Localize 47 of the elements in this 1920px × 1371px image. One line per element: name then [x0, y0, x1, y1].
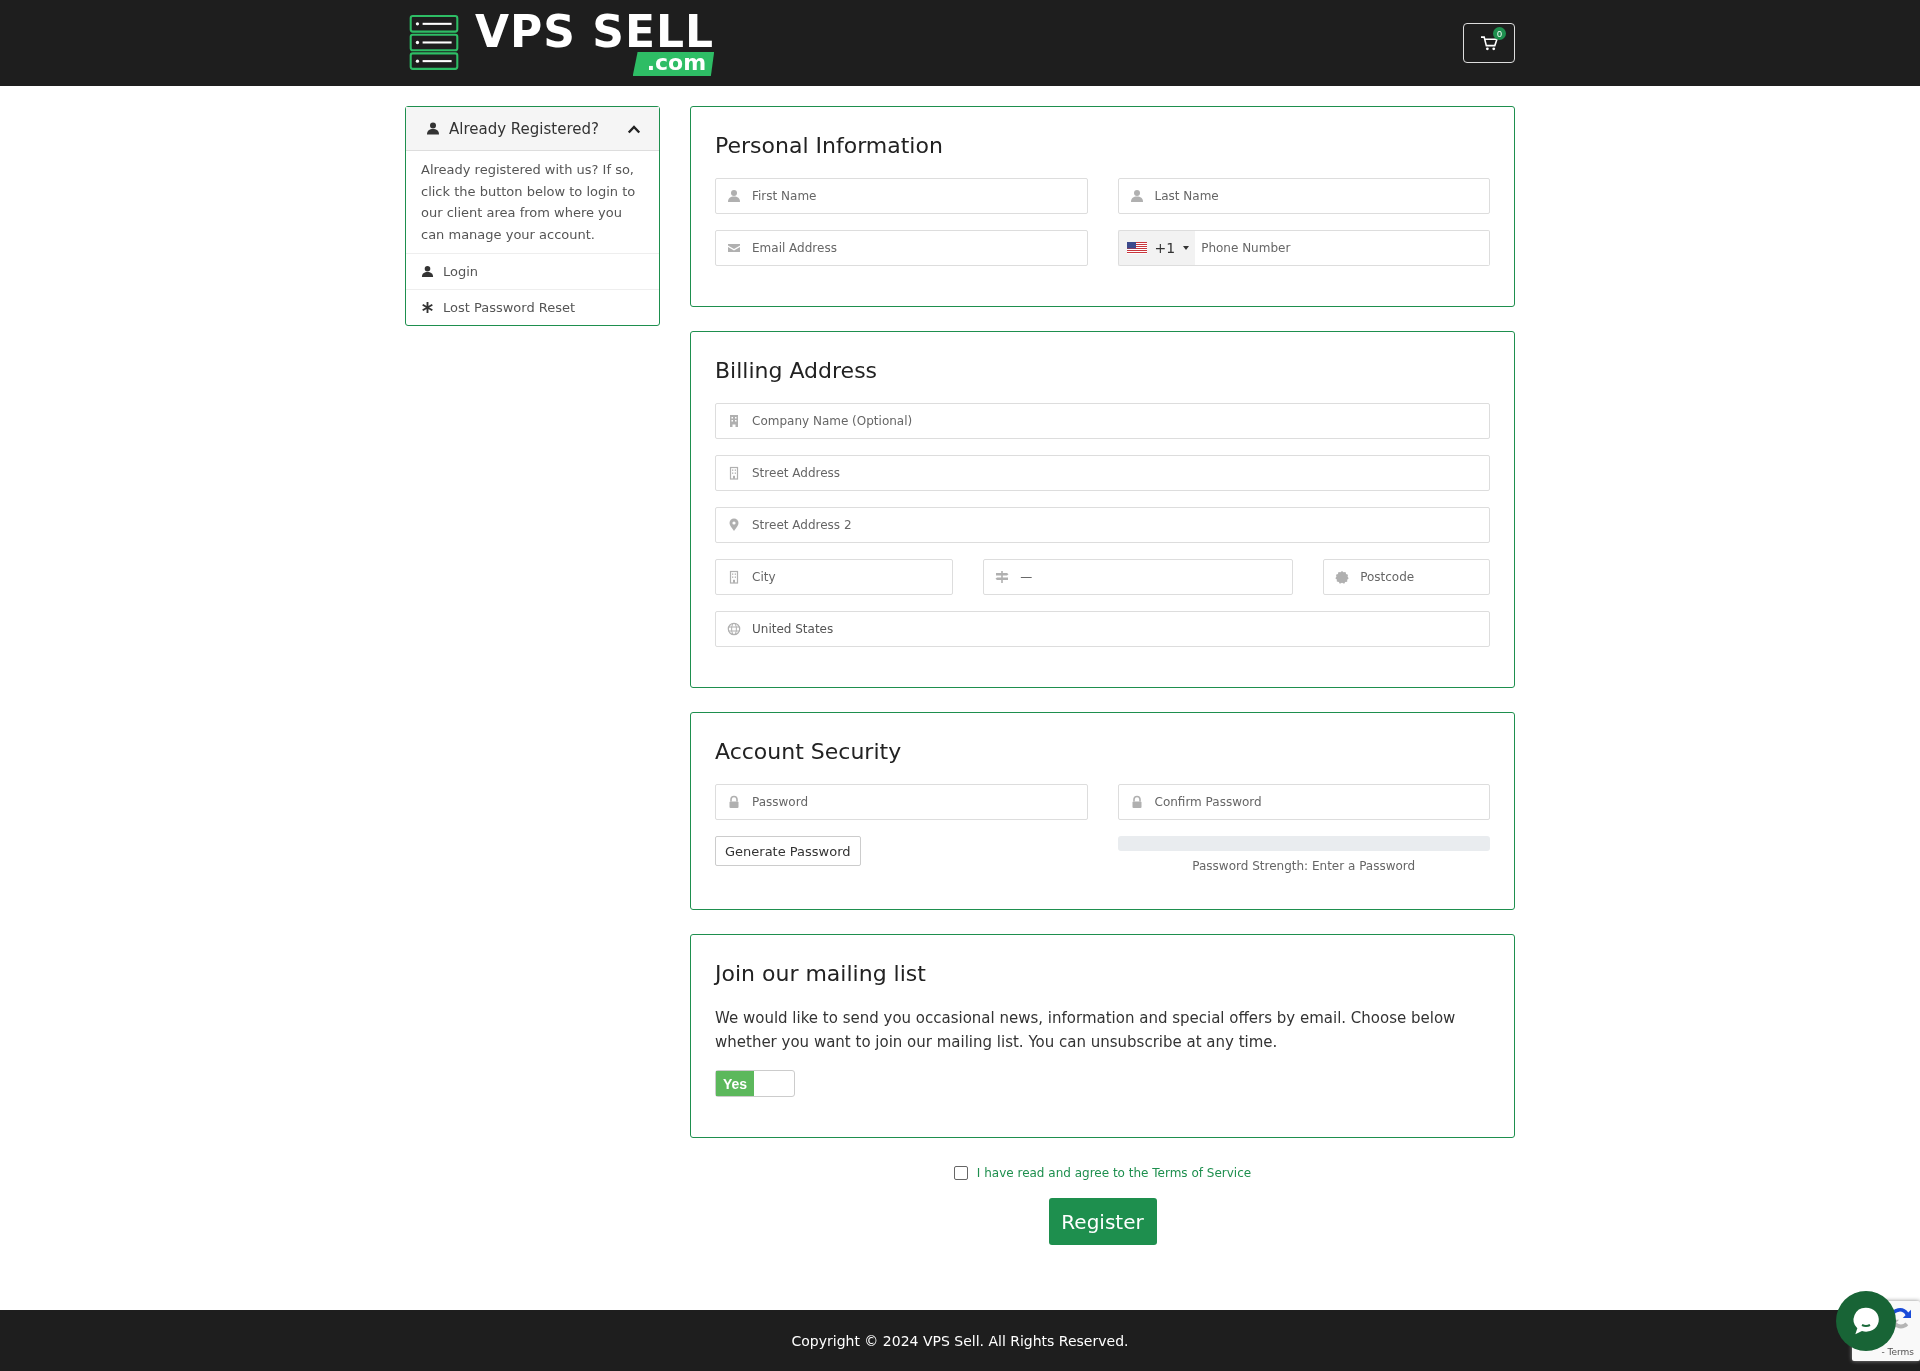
select-field[interactable]: United States — [715, 611, 1490, 647]
panel-link[interactable]: Lost Password Reset — [406, 290, 659, 325]
mailing-list-text: We would like to send you occasional news, information and special offers by email. Choose below whether you want to join our mailing list. You can unsubscribe at any time. — [715, 1008, 1457, 1053]
globe-icon — [727, 622, 741, 636]
building-icon — [727, 414, 741, 428]
terms-checkbox[interactable] — [953, 1166, 968, 1180]
section-title: Billing Address — [715, 358, 879, 383]
terms-label[interactable]: I have read and agree to the Terms of Service — [976, 1166, 1252, 1180]
badge-icon — [1335, 570, 1350, 584]
section-title: Account Security — [715, 739, 903, 764]
cart-count-badge: 0 — [1493, 27, 1506, 40]
user-icon — [421, 265, 434, 278]
chevron-up-icon[interactable] — [627, 123, 641, 134]
signpost-icon — [995, 570, 1010, 584]
asterisk-icon — [421, 301, 434, 314]
cart-icon — [1480, 35, 1498, 51]
input-field[interactable]: Street Address 2 — [715, 507, 1490, 543]
section-title: Personal Information — [715, 133, 944, 158]
input-field[interactable]: Street Address — [715, 455, 1490, 491]
generate-password-button[interactable]: Generate Password — [715, 836, 861, 866]
input-field[interactable]: First Name — [715, 178, 1088, 214]
panel-header[interactable]: Already Registered? — [406, 107, 659, 151]
building-icon — [727, 570, 741, 584]
section-title: Join our mailing list — [715, 961, 927, 986]
panel-link[interactable]: Login — [406, 254, 659, 290]
input-field[interactable]: Confirm Password — [1117, 784, 1490, 820]
user-icon — [426, 121, 440, 136]
strength-text: Password Strength: Enter a Password — [1192, 859, 1416, 873]
lock-icon — [727, 795, 741, 809]
copyright-text: Copyright © 2024 VPS Sell. All Rights Reserved. — [791, 1332, 1129, 1349]
cart-button[interactable]: 0 — [1463, 23, 1515, 63]
register-button[interactable]: Register — [1048, 1198, 1157, 1245]
user-icon — [1129, 189, 1144, 203]
select-field[interactable]: — — [983, 559, 1294, 595]
logo[interactable]: VPS SELL .com — [405, 10, 715, 76]
input-field[interactable]: Password — [715, 784, 1088, 820]
input-field[interactable]: City — [715, 559, 954, 595]
envelope-icon — [727, 241, 741, 255]
input-field[interactable]: Company Name (Optional) — [715, 403, 1490, 439]
input-field[interactable]: Postcode — [1323, 559, 1490, 595]
user-icon — [727, 189, 741, 203]
map-marker-icon — [727, 518, 741, 532]
building-icon — [727, 466, 741, 480]
panel-title: Already Registered? — [449, 119, 600, 138]
input-field[interactable]: Email Address — [715, 230, 1088, 266]
input-field[interactable]: Last Name — [1117, 178, 1490, 214]
panel-text: Already registered with us? If so, click the button below to login to our client area from where you can manage your account. — [406, 151, 659, 254]
